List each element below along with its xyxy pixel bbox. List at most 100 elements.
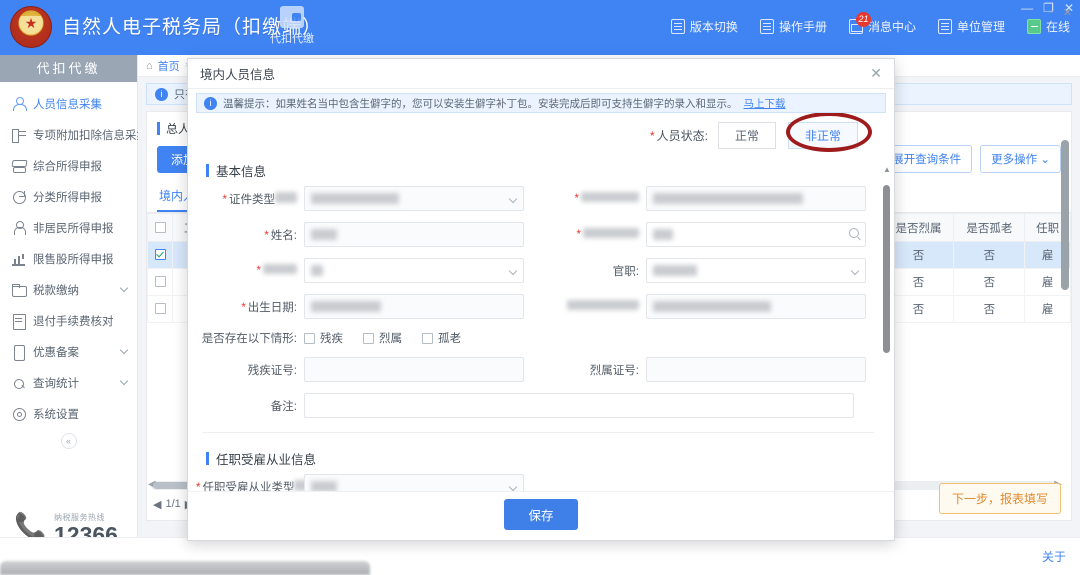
- checkbox-orphan[interactable]: 孤老: [422, 330, 461, 346]
- gender-select[interactable]: [304, 258, 524, 283]
- header-action-version-switch[interactable]: 版本切换: [671, 18, 738, 35]
- checkbox-martyr[interactable]: 烈属: [363, 330, 402, 346]
- header-action-online-status[interactable]: 在线: [1027, 18, 1070, 35]
- address-input[interactable]: [646, 294, 866, 319]
- checkbox-label: 孤老: [438, 330, 461, 346]
- field-label: 烈属证号:: [538, 362, 646, 378]
- required-marker: *: [577, 229, 581, 241]
- top-tab-withholding[interactable]: 代扣代缴: [250, 2, 334, 54]
- sidebar-item-nonresident-income[interactable]: 非居民所得申报: [0, 212, 137, 243]
- chevron-down-icon: [509, 483, 517, 491]
- form-row: 残疾证号: 烈属证号:: [196, 357, 880, 382]
- app-header: ★ 自然人电子税务局（扣缴端） 代扣代缴 版本切换 操作手册 21 消息中心: [0, 0, 1080, 55]
- sidebar-item-personnel-info[interactable]: 人员信息采集: [0, 88, 137, 119]
- checkbox-label: 残疾: [320, 330, 343, 346]
- required-marker: *: [196, 482, 200, 492]
- section-marker: [157, 122, 160, 135]
- required-marker: *: [264, 230, 268, 242]
- employment-type-select[interactable]: [304, 474, 524, 491]
- checkbox-box[interactable]: [422, 333, 433, 344]
- next-step-button[interactable]: 下一步，报表填写: [939, 483, 1061, 514]
- sidebar-item-refund-fee-check[interactable]: 退付手续费核对: [0, 305, 137, 336]
- dialog-scroll-thumb[interactable]: [883, 185, 890, 353]
- sidebar-item-tax-payment[interactable]: 税款缴纳: [0, 274, 137, 305]
- col-orphan: 是否孤老: [954, 214, 1025, 242]
- field-label: 备注:: [196, 398, 304, 414]
- dialog-title: 境内人员信息: [200, 64, 275, 83]
- sidebar-collapse-button[interactable]: «: [61, 433, 77, 449]
- form-row-conditions: 是否存在以下情形: 残疾 烈属: [196, 330, 880, 346]
- disability-cert-input[interactable]: [304, 357, 524, 382]
- field-label: *: [538, 192, 646, 205]
- cell-orphan: 否: [954, 269, 1025, 296]
- id-number-input[interactable]: [646, 186, 866, 211]
- form-row: *出生日期:: [196, 294, 880, 319]
- dialog-vertical-scrollbar[interactable]: ▲ ▼: [882, 173, 891, 491]
- dialog-footer: 保存: [188, 491, 894, 537]
- header-action-unit-management[interactable]: 单位管理: [938, 18, 1005, 35]
- birthdate-input[interactable]: [304, 294, 524, 319]
- name-input[interactable]: [304, 222, 524, 247]
- row-checkbox[interactable]: [155, 303, 166, 314]
- basic-info-form: *证件类型 *: [196, 186, 880, 418]
- breadcrumb-home-label[interactable]: 首页: [158, 58, 180, 74]
- layers-icon: [12, 159, 26, 173]
- sidebar-item-restricted-stock[interactable]: 限售股所得申报: [0, 243, 137, 274]
- building-icon: [938, 19, 952, 34]
- chevron-down-icon: [509, 267, 517, 275]
- sidebar-item-query-statistics[interactable]: 查询统计: [0, 367, 137, 398]
- checkbox-box[interactable]: [304, 333, 315, 344]
- row-select-cell[interactable]: [148, 296, 173, 323]
- required-marker: *: [257, 265, 261, 277]
- more-actions-button[interactable]: 更多操作 ⌄: [980, 145, 1061, 173]
- checkbox-box[interactable]: [363, 333, 374, 344]
- row-checkbox[interactable]: [155, 276, 166, 287]
- header-action-label: 消息中心: [868, 18, 916, 35]
- home-icon[interactable]: ⌂: [146, 60, 153, 72]
- download-link[interactable]: 马上下载: [744, 96, 786, 111]
- panel-vertical-scrollbar[interactable]: [1061, 140, 1069, 440]
- header-action-label: 操作手册: [779, 18, 827, 35]
- sidebar-item-label: 人员信息采集: [33, 96, 102, 112]
- basic-info-section-title: 基本信息: [196, 155, 880, 186]
- nationality-search-input[interactable]: [646, 222, 866, 247]
- page-indicator: 1/1: [165, 498, 180, 510]
- field-name: *姓名:: [196, 222, 538, 247]
- sidebar-item-system-settings[interactable]: 系统设置: [0, 398, 137, 429]
- checkbox-disabled[interactable]: 残疾: [304, 330, 343, 346]
- chevron-down-icon: [851, 267, 859, 275]
- row-select-cell[interactable]: [148, 242, 173, 269]
- sidebar-item-comprehensive-income[interactable]: 综合所得申报: [0, 150, 137, 181]
- page-prev-button[interactable]: ◀: [153, 498, 161, 511]
- dialog-close-icon[interactable]: ✕: [870, 65, 882, 82]
- status-option-normal[interactable]: 正常: [718, 122, 776, 149]
- doc-switch-icon: [671, 19, 685, 34]
- remark-input[interactable]: [304, 393, 854, 418]
- os-taskbar: [0, 561, 370, 575]
- inner-restore-button[interactable]: ▫: [1049, 6, 1053, 19]
- scroll-up-arrow[interactable]: ▲: [883, 165, 891, 174]
- info-icon: i: [155, 88, 168, 101]
- header-action-message-center[interactable]: 21 消息中心: [849, 18, 916, 35]
- martyr-cert-input[interactable]: [646, 357, 866, 382]
- minimize-button[interactable]: —: [1021, 1, 1033, 15]
- row-checkbox[interactable]: [155, 249, 166, 260]
- select-all-checkbox[interactable]: [155, 222, 166, 233]
- sidebar-item-special-deduction[interactable]: 专项附加扣除信息采集: [0, 119, 137, 150]
- inner-close-button[interactable]: ✕: [1063, 6, 1072, 19]
- row-select-cell[interactable]: [148, 269, 173, 296]
- header-action-manual[interactable]: 操作手册: [760, 18, 827, 35]
- sidebar-item-preferential-filing[interactable]: 优惠备案: [0, 336, 137, 367]
- panel-scroll-thumb[interactable]: [1061, 140, 1069, 290]
- sidebar-item-classified-income[interactable]: 分类所得申报: [0, 181, 137, 212]
- status-option-abnormal[interactable]: 非正常: [788, 122, 858, 149]
- select-all-header[interactable]: [148, 214, 173, 242]
- search-icon[interactable]: [849, 228, 859, 238]
- cell-orphan: 否: [954, 242, 1025, 269]
- sidebar: 代扣代缴 人员信息采集 专项附加扣除信息采集 综合所得申报 分类所得申报 非居民…: [0, 55, 138, 575]
- save-button[interactable]: 保存: [504, 499, 577, 530]
- post-select[interactable]: [646, 258, 866, 283]
- id-type-select[interactable]: [304, 186, 524, 211]
- about-link[interactable]: 关于: [1042, 548, 1066, 565]
- required-marker: *: [575, 193, 579, 205]
